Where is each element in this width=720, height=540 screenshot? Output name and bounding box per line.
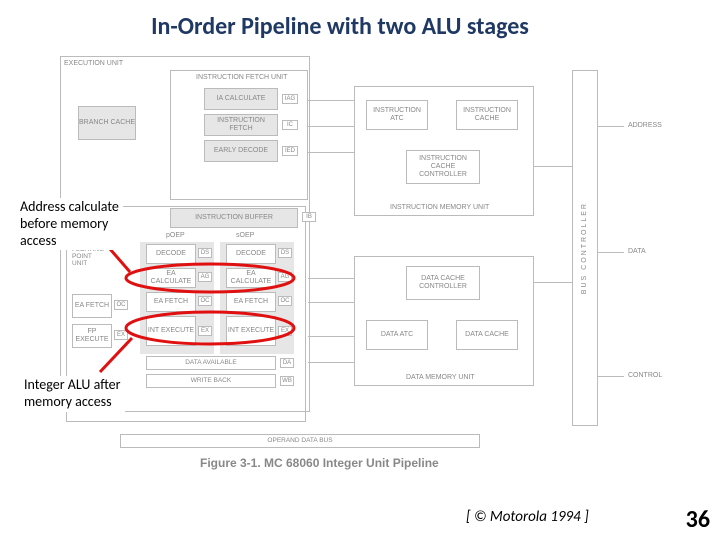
icc-box: INSTRUCTION CACHE CONTROLLER [406, 150, 480, 184]
bus-line-9 [534, 282, 572, 283]
poep-ds-tag: DS [198, 248, 212, 258]
soep-ds-tag: DS [278, 248, 292, 258]
instruction-buffer-box: INSTRUCTION BUFFER [170, 208, 298, 228]
bus-line-2 [308, 126, 354, 127]
bus-line-4 [308, 278, 354, 279]
data-available-box: DATA AVAILABLE [146, 356, 276, 370]
dmem-label: DATA MEMORY UNIT [406, 374, 475, 381]
bus-controller-label: BUS CONTROLLER [581, 202, 589, 294]
ied-tag: IED [282, 146, 298, 156]
int-alu-annotation: Integer ALU after memory access [20, 376, 125, 412]
soep-oc-tag: OC [278, 296, 292, 306]
ia-calculate-box: IA CALCULATE [204, 88, 278, 110]
bus-a-line [598, 126, 624, 127]
data-atc-box: DATA ATC [366, 320, 428, 350]
addr-calc-annotation: Address calculate before memory access [16, 198, 123, 250]
poep-ea-fetch-box: EA FETCH [146, 292, 196, 312]
bus-line-1 [308, 100, 354, 101]
poep-ag-tag: AG [198, 272, 212, 282]
bus-line-8 [534, 166, 572, 167]
ib-tag: IB [302, 212, 316, 222]
bus-control-label: CONTROL [628, 372, 662, 379]
instruction-fetch-box: INSTRUCTION FETCH [204, 114, 278, 136]
poep-oc-tag: OC [198, 296, 212, 306]
soep-label: sOEP [236, 232, 254, 239]
copyright-credit: [ © Motorola 1994 ] [466, 508, 589, 526]
bus-line-6 [308, 336, 354, 337]
write-back-box: WRITE BACK [146, 374, 276, 388]
bus-c-line [598, 376, 624, 377]
fp-execute-box: FP EXECUTE [72, 324, 112, 348]
soep-ea-fetch-box: EA FETCH [226, 292, 276, 312]
poep-decode-box: DECODE [146, 244, 196, 264]
soep-decode-box: DECODE [226, 244, 276, 264]
bus-data-label: DATA [628, 248, 646, 255]
page-number: 36 [686, 505, 710, 534]
ifu-label: INSTRUCTION FETCH UNIT [196, 74, 287, 81]
iag-tag: IAG [282, 94, 298, 104]
poep-ea-calc-box: EA CALCULATE [146, 268, 196, 288]
bus-line-7 [308, 362, 354, 363]
figure-caption: Figure 3-1. MC 68060 Integer Unit Pipeli… [200, 456, 439, 470]
data-cache-box: DATA CACHE [456, 320, 518, 350]
fpu-ea-fetch-box: EA FETCH [72, 294, 112, 318]
dcc-box: DATA CACHE CONTROLLER [406, 266, 480, 300]
poep-ex-tag: EX [198, 326, 212, 336]
poep-int-exec-box: INT EXECUTE [146, 316, 196, 346]
early-decode-box: EARLY DECODE [204, 140, 278, 162]
execution-unit-label: EXECUTION UNIT [64, 60, 123, 67]
soep-ea-calc-box: EA CALCULATE [226, 268, 276, 288]
instruction-atc-box: INSTRUCTION ATC [366, 100, 428, 130]
wb-tag: WB [280, 376, 294, 386]
soep-int-exec-box: INT EXECUTE [226, 316, 276, 346]
bus-line-5 [308, 302, 354, 303]
ic-tag: IC [282, 120, 298, 130]
soep-ag-tag: AG [278, 272, 292, 282]
poep-label: pOEP [166, 232, 185, 239]
bus-line-3 [308, 152, 354, 153]
bus-address-label: ADDRESS [628, 122, 662, 129]
soep-ex-tag: EX [278, 326, 292, 336]
page-title: In-Order Pipeline with two ALU stages [0, 12, 680, 41]
fpu-oc-tag: OC [114, 300, 128, 310]
operand-bus-box: OPERAND DATA BUS [120, 434, 480, 448]
da-tag: DA [280, 358, 294, 368]
pipeline-diagram: EXECUTION UNIT INSTRUCTION FETCH UNIT BR… [60, 56, 660, 468]
bus-d-line [598, 252, 624, 253]
branch-cache-box: BRANCH CACHE [78, 106, 136, 140]
imem-label: INSTRUCTION MEMORY UNIT [390, 204, 489, 211]
instruction-cache-box: INSTRUCTION CACHE [456, 100, 518, 130]
bus-controller-box: BUS CONTROLLER [572, 70, 598, 426]
fpu-ex-tag: EX [114, 330, 128, 340]
